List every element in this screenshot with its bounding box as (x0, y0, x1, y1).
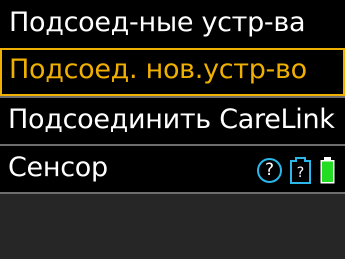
menu-item-sensor[interactable]: Сенсор ? ? (0, 144, 345, 192)
sensor-unknown-icon: ? (289, 156, 312, 184)
battery-full-icon (320, 156, 335, 184)
battery-fill-level (322, 161, 333, 182)
screen-header: Подсоед-ные устр-ва (0, 0, 345, 48)
screen-title: Подсоед-ные устр-ва (9, 7, 306, 38)
sensor-glyph: ? (297, 165, 304, 181)
question-circle-icon: ? (257, 157, 282, 183)
menu-item-label: Подсоед. нов.устр-во (9, 54, 307, 85)
sensor-status-icons: ? ? (257, 155, 335, 185)
menu-item-connect-carelink[interactable]: Подсоединить CareLink (0, 96, 345, 144)
help-glyph: ? (264, 159, 275, 180)
empty-menu-area (0, 192, 345, 259)
sensor-icon-svg: ? (290, 156, 311, 184)
menu-item-label: Подсоединить CareLink (8, 104, 335, 135)
menu-item-connect-new-device[interactable]: Подсоед. нов.устр-во (0, 48, 345, 96)
menu-list: Подсоед. нов.устр-во Подсоединить CareLi… (0, 48, 345, 192)
menu-item-label: Сенсор (8, 152, 108, 183)
pump-screen: Подсоед-ные устр-ва Подсоед. нов.устр-во… (0, 0, 345, 259)
